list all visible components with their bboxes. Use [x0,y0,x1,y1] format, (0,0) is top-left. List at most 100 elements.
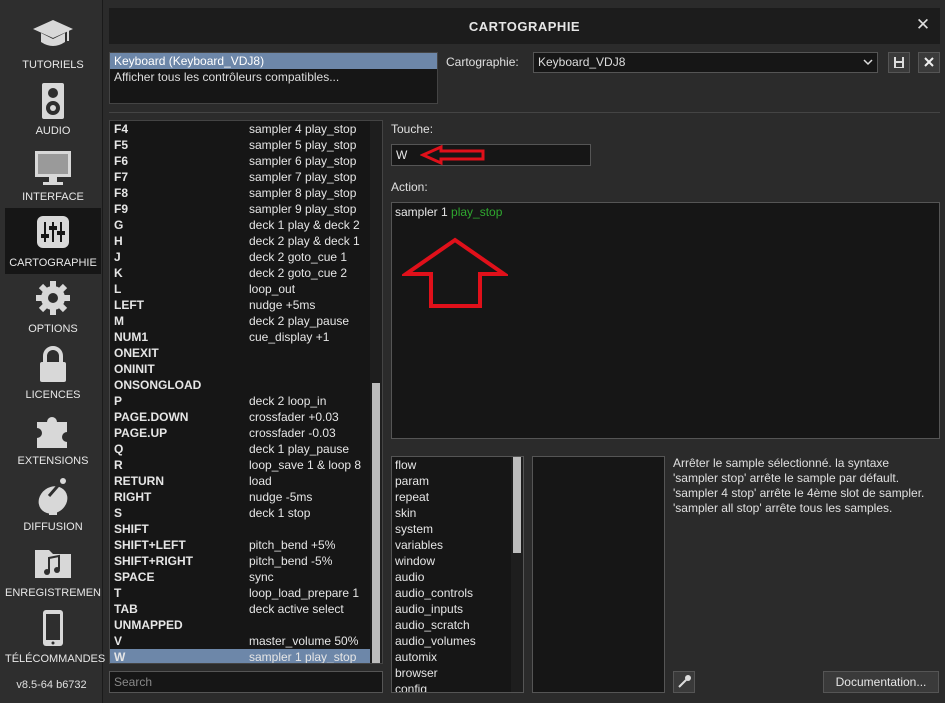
mapping-key: RETURN [114,474,164,488]
table-row[interactable]: F6 sampler 6 play_stop [110,153,370,169]
mapping-key: F9 [114,202,129,216]
mapping-action: sync [249,570,274,584]
search-input[interactable]: Search [109,671,383,693]
table-row[interactable]: F4 sampler 4 play_stop [110,121,370,137]
sidebar-item-extensions[interactable]: EXTENSIONS [5,406,101,472]
mapping-list-scrollbar[interactable] [370,121,382,663]
list-item[interactable]: audio_volumes [392,633,511,649]
table-row[interactable]: Qdeck 1 play_pause [110,441,370,457]
list-item[interactable]: system [392,521,511,537]
mapping-key: ONINIT [114,362,155,376]
table-row[interactable]: ONEXIT [110,345,370,361]
table-row[interactable]: ONINIT [110,361,370,377]
table-row[interactable]: Hdeck 2 play & deck 1 [110,233,370,249]
table-row[interactable]: Kdeck 2 goto_cue 2 [110,265,370,281]
controller-list[interactable]: Keyboard (Keyboard_VDJ8) Afficher tous l… [109,52,438,104]
sidebar-item-label: AUDIO [35,125,71,137]
mapping-key: T [114,586,122,600]
verb-list[interactable] [532,456,665,693]
header-divider [109,112,940,113]
cartographie-select[interactable]: Keyboard_VDJ8 [533,52,878,73]
table-row[interactable]: Vmaster_volume 50% [110,633,370,649]
color-picker-button[interactable] [673,671,695,693]
table-row[interactable]: F5 sampler 5 play_stop [110,137,370,153]
documentation-button[interactable]: Documentation... [823,671,939,693]
sidebar-item-licences[interactable]: LICENCES [5,340,101,406]
verb-help-text: Arrêter le sample sélectionné. la syntax… [673,456,925,515]
table-row[interactable]: NUM1 cue_display +1 [110,329,370,345]
table-row[interactable]: Mdeck 2 play_pause [110,313,370,329]
list-item[interactable]: skin [392,505,511,521]
table-row[interactable]: PAGE.UP crossfader -0.03 [110,425,370,441]
list-item[interactable]: audio_scratch [392,617,511,633]
list-item[interactable]: config [392,681,511,692]
mapping-list-scroll-thumb[interactable] [372,383,380,663]
sidebar-item-options[interactable]: OPTIONS [5,274,101,340]
list-item[interactable]: audio_controls [392,585,511,601]
category-list-scroll-thumb[interactable] [513,457,521,553]
table-row[interactable]: TAB deck active select [110,601,370,617]
table-row[interactable]: Rloop_save 1 & loop 8 [110,457,370,473]
broadcast-dish-icon [33,476,73,516]
eyedropper-icon [674,672,694,692]
mapping-key: H [114,234,123,248]
table-row[interactable]: PAGE.DOWN crossfader +0.03 [110,409,370,425]
table-row[interactable]: SHIFT [110,521,370,537]
table-row[interactable]: Gdeck 1 play & deck 2 [110,217,370,233]
sidebar-item-telecommandes[interactable]: TÉLÉCOMMANDES [5,604,105,670]
list-item[interactable]: flow [392,457,511,473]
table-row[interactable]: SHIFT+LEFT pitch_bend +5% [110,537,370,553]
cartographie-select-value: Keyboard_VDJ8 [538,55,626,69]
sidebar-item-enregistrement[interactable]: ENREGISTREMEN [5,538,101,604]
mapping-action: sampler 7 play_stop [249,170,357,184]
table-row[interactable]: Sdeck 1 stop [110,505,370,521]
save-mapping-button[interactable] [888,52,910,73]
table-row[interactable]: RETURN load [110,473,370,489]
list-item[interactable]: window [392,553,511,569]
list-item[interactable]: audio [392,569,511,585]
mapping-action: pitch_bend -5% [249,554,333,568]
table-row[interactable]: UNMAPPED [110,617,370,633]
table-row[interactable]: Lloop_out [110,281,370,297]
table-row[interactable]: ONSONGLOAD [110,377,370,393]
mapping-action: sampler 9 play_stop [249,202,357,216]
table-row[interactable]: Pdeck 2 loop_in [110,393,370,409]
mapping-action: sampler 8 play_stop [249,186,357,200]
close-icon[interactable]: ✕ [914,16,932,34]
mapping-action: loop_out [249,282,296,296]
mapping-key: SHIFT [114,522,149,536]
table-row-selected[interactable]: Wsampler 1 play_stop [110,649,370,663]
table-row[interactable]: F9 sampler 9 play_stop [110,201,370,217]
delete-mapping-button[interactable] [918,52,940,73]
category-list-scrollbar[interactable] [511,457,523,692]
controller-item-keyboard[interactable]: Keyboard (Keyboard_VDJ8) [110,53,437,69]
sidebar-item-cartographie[interactable]: CARTOGRAPHIE [5,208,101,274]
table-row[interactable]: SPACE sync [110,569,370,585]
mapping-key: Q [114,442,124,456]
cartographie-label: Cartographie: [446,55,519,69]
mapping-action: crossfader +0.03 [249,410,339,424]
list-item[interactable]: browser [392,665,511,681]
mapping-list[interactable]: F4 sampler 4 play_stop F5 sampler 5 play_st… [109,120,383,664]
table-row[interactable]: Jdeck 2 goto_cue 1 [110,249,370,265]
sidebar-item-label: CARTOGRAPHIE [9,257,97,269]
list-item[interactable]: automix [392,649,511,665]
sliders-icon [33,212,73,252]
list-item[interactable]: repeat [392,489,511,505]
verb-category-list[interactable]: flow param repeat skin system variables window… [391,456,524,693]
sidebar-item-audio[interactable]: AUDIO [5,76,101,142]
sidebar-item-interface[interactable]: INTERFACE [5,142,101,208]
sidebar-item-label: OPTIONS [28,323,78,335]
table-row[interactable]: F7 sampler 7 play_stop [110,169,370,185]
table-row[interactable]: Tloop_load_prepare 1 [110,585,370,601]
show-all-controllers-item[interactable]: Afficher tous les contrôleurs compatible… [110,69,437,85]
table-row[interactable]: RIGHT nudge -5ms [110,489,370,505]
table-row[interactable]: F8 sampler 8 play_stop [110,185,370,201]
sidebar-item-diffusion[interactable]: DIFFUSION [5,472,101,538]
sidebar-item-tutoriels[interactable]: TUTORIELS [5,10,101,76]
list-item[interactable]: param [392,473,511,489]
table-row[interactable]: LEFT nudge +5ms [110,297,370,313]
table-row[interactable]: SHIFT+RIGHT pitch_bend -5% [110,553,370,569]
list-item[interactable]: variables [392,537,511,553]
list-item[interactable]: audio_inputs [392,601,511,617]
